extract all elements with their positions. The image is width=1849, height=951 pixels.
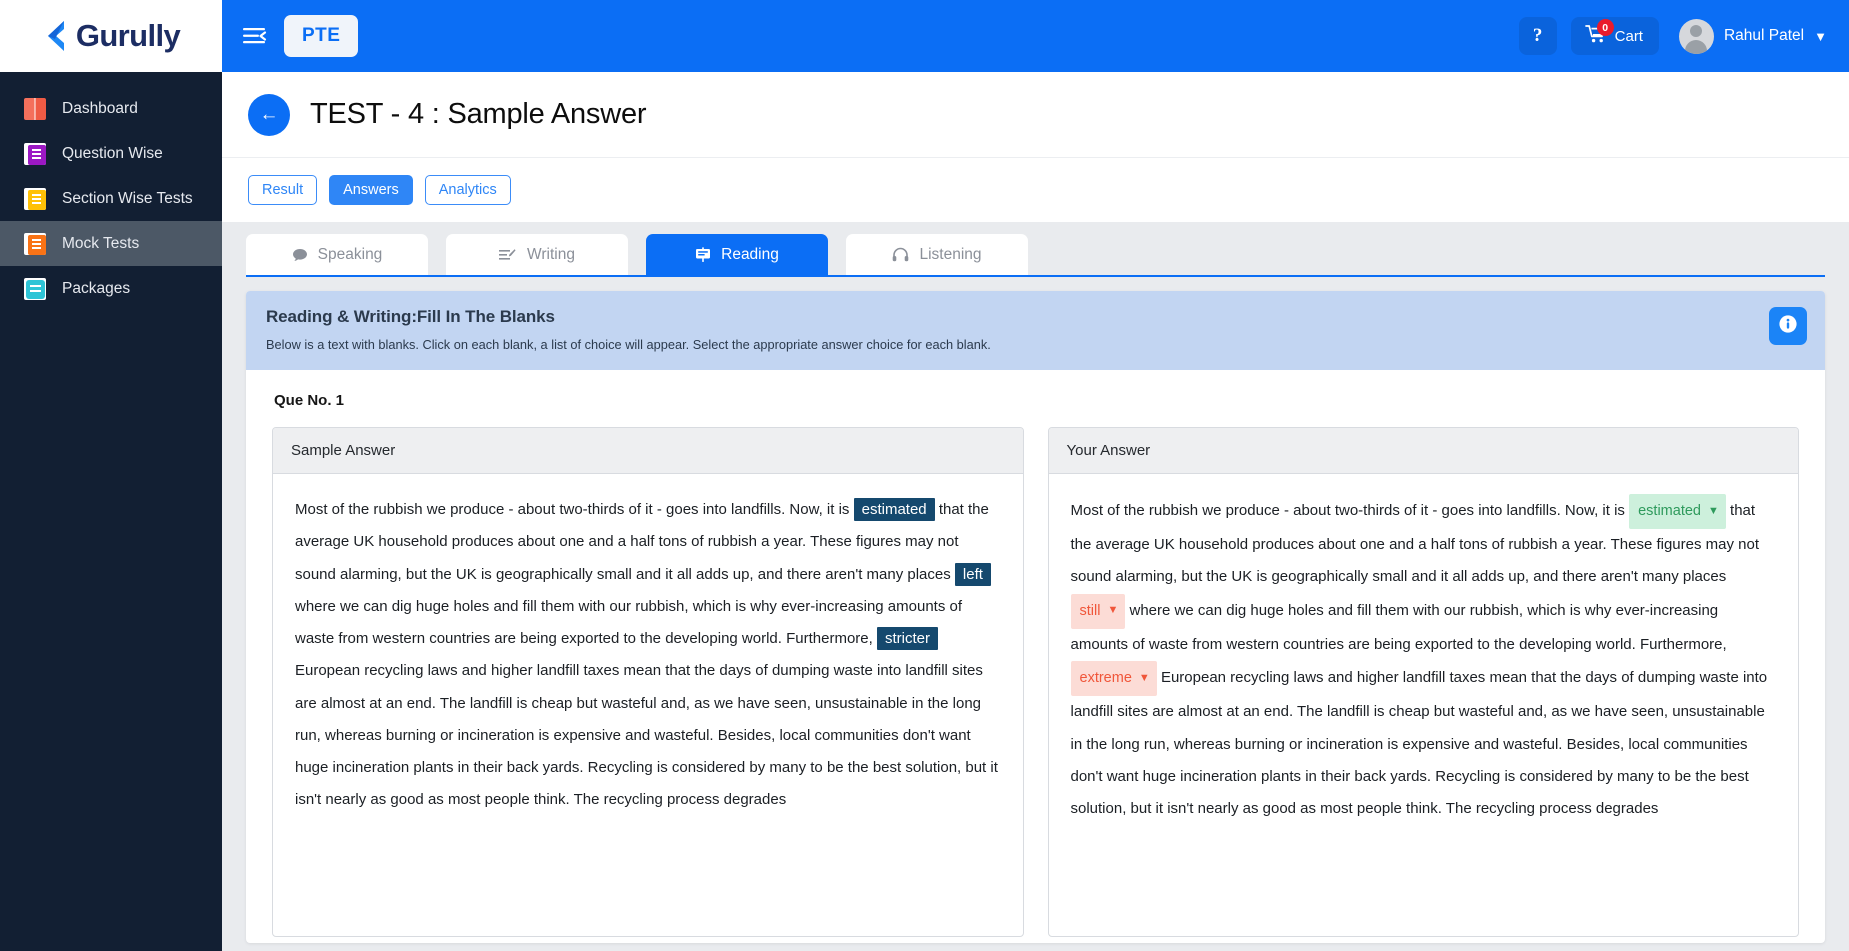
cart-button[interactable]: 0 Cart xyxy=(1570,17,1659,55)
package-icon xyxy=(24,277,46,300)
answer-panels: Sample Answer Most of the rubbish we pro… xyxy=(246,409,1825,937)
board-icon xyxy=(695,246,711,263)
correct-answer-chip: stricter xyxy=(876,627,938,650)
sample-answer-body: Most of the rubbish we produce - about t… xyxy=(273,474,1023,837)
info-circle-icon xyxy=(1778,314,1798,339)
topbar: PTE ? 0 Cart Rahul Patel ▼ xyxy=(222,0,1849,72)
pill-answers[interactable]: Answers xyxy=(329,175,413,205)
answer-text: where we can dig huge holes and fill the… xyxy=(295,597,963,647)
tab-label: Writing xyxy=(527,245,575,263)
chevron-down-icon: ▼ xyxy=(1814,28,1827,44)
user-name: Rahul Patel xyxy=(1723,27,1805,44)
tab-listening[interactable]: Listening xyxy=(846,234,1028,275)
blank-select-value: estimated xyxy=(1638,503,1701,519)
sidebar-item-question-wise[interactable]: Question Wise xyxy=(0,131,222,176)
info-button[interactable] xyxy=(1769,307,1807,345)
answer-text: European recycling laws and higher landf… xyxy=(295,662,998,809)
help-button[interactable]: ? xyxy=(1518,17,1557,55)
page-title: TEST - 4 : Sample Answer xyxy=(310,98,647,130)
arrow-left-icon: ← xyxy=(259,103,279,125)
blank-select-value: still xyxy=(1079,602,1101,619)
tab-writing[interactable]: Writing xyxy=(446,234,628,275)
view-pill-group: Result Answers Analytics xyxy=(222,158,1849,222)
pill-result[interactable]: Result xyxy=(248,175,318,205)
back-button[interactable]: ← xyxy=(248,93,290,136)
speech-bubble-icon xyxy=(292,248,308,262)
chevron-down-icon: ▼ xyxy=(1707,504,1719,517)
sidebar-item-packages[interactable]: Packages xyxy=(0,266,222,311)
tab-label: Speaking xyxy=(317,245,383,263)
sidebar-item-label: Mock Tests xyxy=(62,234,140,252)
sidebar-item-label: Dashboard xyxy=(62,99,138,117)
blank-select-1[interactable]: estimated ▼ xyxy=(1629,494,1726,530)
pill-analytics[interactable]: Analytics xyxy=(424,175,511,205)
mock-test-icon xyxy=(24,232,46,255)
sidebar-item-label: Section Wise Tests xyxy=(62,189,193,207)
question-card: Reading & Writing:Fill In The Blanks Bel… xyxy=(246,291,1825,943)
question-type-banner: Reading & Writing:Fill In The Blanks Bel… xyxy=(246,291,1825,370)
sidebar-item-dashboard[interactable]: Dashboard xyxy=(0,86,222,131)
brand-name: Gurully xyxy=(75,18,181,53)
sidebar-item-label: Packages xyxy=(62,279,131,297)
question-mark-icon: ? xyxy=(1532,25,1543,46)
sidebar-item-label: Question Wise xyxy=(62,144,163,162)
blank-select-2[interactable]: still ▼ xyxy=(1070,593,1126,629)
answer-text: Most of the rubbish we produce - about t… xyxy=(1070,502,1630,519)
pencil-lines-icon xyxy=(499,248,517,262)
answer-text: Most of the rubbish we produce - about t… xyxy=(295,501,854,518)
blank-select-3[interactable]: extreme ▼ xyxy=(1070,661,1157,697)
user-menu[interactable]: Rahul Patel ▼ xyxy=(1673,18,1827,54)
tab-speaking[interactable]: Speaking xyxy=(246,234,428,275)
hamburger-menu-icon[interactable] xyxy=(240,21,270,51)
answer-text: where we can dig huge holes and fill the… xyxy=(1070,601,1727,653)
page-header: ← TEST - 4 : Sample Answer xyxy=(222,72,1849,158)
tab-reading[interactable]: Reading xyxy=(646,234,828,275)
brand-logo[interactable]: Gurully xyxy=(0,0,222,72)
question-instructions: Below is a text with blanks. Click on ea… xyxy=(266,337,991,352)
chevron-down-icon: ▼ xyxy=(1107,604,1119,617)
question-type-title: Reading & Writing:Fill In The Blanks xyxy=(266,307,555,326)
sidebar-item-section-wise-tests[interactable]: Section Wise Tests xyxy=(0,176,222,221)
your-answer-heading: Your Answer xyxy=(1048,428,1798,474)
headphones-icon xyxy=(892,247,909,262)
correct-answer-chip: left xyxy=(954,562,991,586)
answer-text: European recycling laws and higher landf… xyxy=(1070,669,1768,818)
main-content: Speaking Writing Reading Listening Readi… xyxy=(222,222,1849,951)
correct-answer-chip: estimated xyxy=(853,498,935,521)
question-number: Que No. 1 xyxy=(274,392,345,409)
section-tab-bar: Speaking Writing Reading Listening xyxy=(246,234,1825,277)
sidebar: Gurully Dashboard Question Wise Section … xyxy=(0,0,222,951)
sidebar-item-mock-tests[interactable]: Mock Tests xyxy=(0,221,222,266)
your-answer-body: Most of the rubbish we produce - about t… xyxy=(1049,474,1799,845)
section-notes-icon xyxy=(24,187,46,210)
chevron-down-icon: ▼ xyxy=(1138,671,1150,684)
blank-select-value: extreme xyxy=(1079,670,1132,687)
tab-label: Reading xyxy=(721,245,779,263)
app-root: Gurully Dashboard Question Wise Section … xyxy=(0,0,1849,951)
chevron-left-logo-icon xyxy=(42,19,72,53)
your-answer-panel: Your Answer Most of the rubbish we produ… xyxy=(1047,427,1799,937)
sample-answer-panel: Sample Answer Most of the rubbish we pro… xyxy=(272,427,1024,937)
tab-label: Listening xyxy=(919,245,982,263)
cart-label: Cart xyxy=(1614,27,1643,45)
product-switch-button[interactable]: PTE xyxy=(284,15,359,57)
cart-count-badge: 0 xyxy=(1596,19,1614,36)
sample-answer-heading: Sample Answer xyxy=(273,428,1023,474)
user-avatar-icon xyxy=(1678,18,1714,54)
book-icon xyxy=(24,97,46,120)
sidebar-nav: Dashboard Question Wise Section Wise Tes… xyxy=(0,72,222,311)
question-list-icon xyxy=(24,142,46,165)
topbar-actions: ? 0 Cart Rahul Patel ▼ xyxy=(1518,17,1849,55)
